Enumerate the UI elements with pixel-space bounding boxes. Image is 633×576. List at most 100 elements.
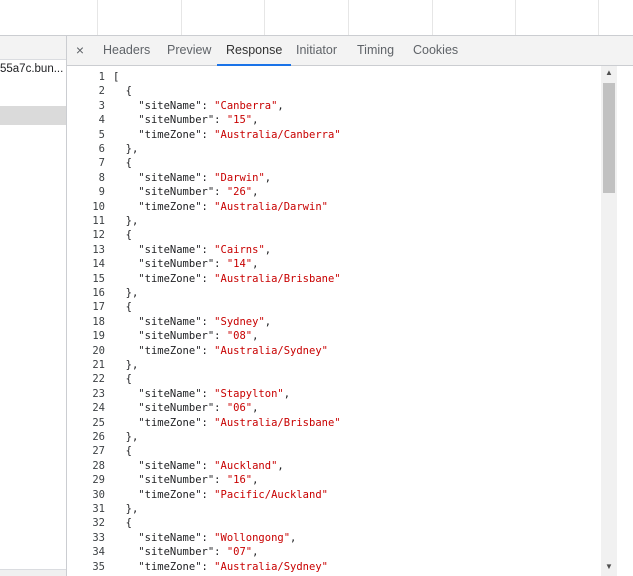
line-number: 3 [98, 99, 105, 112]
json-string-value: 14 [233, 258, 246, 271]
code-line: "timeZone": "Australia/Canberra" [138, 128, 341, 141]
tab-initiator[interactable]: Initiator [296, 36, 337, 65]
line-number: 34 [92, 546, 105, 559]
tab-timing[interactable]: Timing [357, 36, 394, 65]
json-string-value: Australia/Sydney [220, 560, 322, 573]
code-line: { [113, 445, 132, 458]
line-number: 10 [92, 200, 105, 213]
code-line: { [113, 85, 132, 98]
selected-request-row[interactable] [0, 106, 66, 125]
json-string-value: Australia/Sydney [220, 344, 322, 357]
scrollbar-thumb[interactable] [603, 83, 615, 193]
close-icon[interactable]: × [72, 42, 88, 58]
code-line: "siteNumber": "06", [138, 402, 259, 415]
column-divider [348, 0, 349, 35]
line-number: 19 [92, 330, 105, 343]
code-line: }, [113, 431, 139, 443]
code-line: "timeZone": "Australia/Brisbane" [138, 272, 341, 285]
line-number: 11 [92, 215, 105, 227]
code-line: }, [113, 503, 139, 515]
code-line: "siteNumber": "15", [138, 114, 259, 127]
code-line: "siteName": "Wollongong", [138, 531, 297, 544]
json-string-value: 26 [233, 186, 246, 199]
code-line: [ [113, 71, 120, 83]
json-string-value: Wollongong [220, 531, 284, 544]
code-line: "timeZone": "Australia/Brisbane" [138, 416, 341, 429]
line-number: 8 [98, 171, 105, 184]
scroll-down-arrow-icon[interactable]: ▼ [601, 560, 617, 574]
line-number: 18 [92, 315, 105, 328]
column-divider [97, 0, 98, 35]
code-line: "siteNumber": "07", [138, 546, 259, 559]
tab-cookies[interactable]: Cookies [413, 36, 458, 65]
column-divider [515, 0, 516, 35]
right-edge [617, 66, 633, 576]
tab-preview[interactable]: Preview [167, 36, 211, 65]
json-string-value: Pacific/Auckland [220, 488, 322, 501]
code-line: { [113, 373, 132, 386]
json-string-value: Auckland [220, 459, 272, 472]
code-line: "timeZone": "Australia/Sydney" [138, 344, 328, 357]
line-number: 27 [92, 445, 105, 458]
code-line: { [113, 229, 132, 242]
vertical-scrollbar[interactable]: ▲ ▼ [601, 66, 617, 576]
code-line: "timeZone": "Australia/Darwin" [138, 200, 328, 213]
json-string-value: Australia/Brisbane [220, 416, 335, 429]
json-string-value: Australia/Canberra [220, 128, 335, 141]
line-number: 2 [98, 85, 105, 98]
response-editor[interactable]: 1 2 3 4 5 6 7 8 9 10 11 12 13 14 15 16 17 18 19 20 21 22 23 24 2… [67, 66, 601, 576]
json-string-value: 08 [233, 330, 246, 343]
line-number: 32 [92, 517, 105, 530]
line-number: 7 [98, 157, 105, 170]
request-list-footer [0, 569, 66, 576]
line-number-gutter: 1 2 3 4 5 6 7 8 9 10 11 12 13 14 15 16 17 18 19 20 21 22 23 24 2… [67, 66, 105, 576]
json-string-value: 07 [233, 546, 246, 559]
line-number: 5 [98, 128, 105, 141]
tab-response[interactable]: Response [216, 36, 292, 66]
json-string-value: 16 [233, 474, 246, 487]
code-line: "siteNumber": "08", [138, 330, 259, 343]
code-line: "siteName": "Stapylton", [138, 387, 291, 400]
code-line: "siteName": "Darwin", [138, 171, 272, 184]
line-number: 15 [92, 272, 105, 285]
line-number: 33 [92, 531, 105, 544]
line-number: 13 [92, 243, 105, 256]
json-string-value: 06 [233, 402, 246, 415]
line-number: 29 [92, 474, 105, 487]
json-string-value: Australia/Brisbane [220, 272, 335, 285]
request-list-pane: 55a7c.bun... [0, 36, 67, 576]
json-string-value: 15 [233, 114, 246, 127]
code-line: "siteName": "Sydney", [138, 315, 272, 328]
code-line: }, [113, 359, 139, 371]
code-line: "siteName": "Canberra", [138, 99, 284, 112]
code-line: { [113, 517, 132, 530]
line-number: 1 [98, 71, 105, 83]
line-number: 22 [92, 373, 105, 386]
line-number: 28 [92, 459, 105, 472]
column-divider [264, 0, 265, 35]
line-number: 17 [92, 301, 105, 314]
line-number: 20 [92, 344, 105, 357]
top-panel-strip [0, 0, 633, 36]
json-string-value: Stapylton [220, 387, 278, 400]
code-line: "siteNumber": "26", [138, 186, 259, 199]
line-number: 35 [92, 560, 105, 573]
line-number: 14 [92, 258, 105, 271]
code-line: }, [113, 143, 139, 155]
code-line: "siteNumber": "14", [138, 258, 259, 271]
line-number: 26 [92, 431, 105, 443]
code-line: "siteNumber": "16", [138, 474, 259, 487]
line-number: 31 [92, 503, 105, 515]
line-number: 16 [92, 287, 105, 299]
json-string-value: Cairns [220, 243, 259, 256]
scroll-up-arrow-icon[interactable]: ▲ [601, 66, 617, 80]
request-file-name[interactable]: 55a7c.bun... [0, 61, 63, 77]
code-line: { [113, 157, 132, 170]
line-number: 12 [92, 229, 105, 242]
details-tab-bar: × Headers Preview Response Initiator Tim… [67, 36, 633, 66]
tab-headers[interactable]: Headers [103, 36, 150, 65]
request-list-header [0, 36, 66, 60]
json-string-value: Australia/Darwin [220, 200, 322, 213]
line-number: 9 [98, 186, 105, 199]
line-number: 6 [98, 143, 105, 155]
